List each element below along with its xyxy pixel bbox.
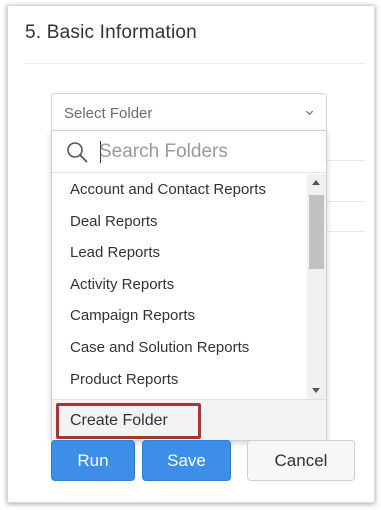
cancel-button[interactable]: Cancel [247, 440, 355, 481]
search-icon [67, 142, 88, 163]
folder-list-item[interactable]: Lead Reports [52, 237, 307, 269]
folder-select-value: Select Folder [64, 104, 153, 122]
background-divider [327, 231, 366, 232]
background-divider [327, 201, 366, 202]
section-heading: 5. Basic Information [25, 22, 197, 44]
scrollbar-thumb[interactable] [309, 195, 324, 269]
chevron-down-icon [305, 110, 314, 116]
section-divider [25, 63, 366, 64]
text-caret [100, 141, 101, 163]
folder-list-item[interactable]: Deal Reports [52, 206, 307, 238]
folder-search-input[interactable] [99, 137, 314, 167]
folder-list-item[interactable]: Product Reports [52, 364, 307, 396]
folder-list-item[interactable]: Case and Solution Reports [52, 332, 307, 364]
folder-list: Account and Contact Reports Deal Reports… [52, 174, 307, 399]
folder-list-scrollbar[interactable] [307, 174, 326, 399]
folder-list-item[interactable]: Activity Reports [52, 269, 307, 301]
section-number: 5. [25, 22, 42, 43]
report-settings-panel: 5. Basic Information Select Folder Accou… [7, 5, 375, 503]
dropdown-footer: Create Folder [52, 399, 326, 440]
folder-list-item[interactable]: Account and Contact Reports [52, 174, 307, 206]
create-folder-label: Create Folder [70, 412, 168, 429]
folder-select[interactable]: Select Folder [51, 93, 327, 133]
scroll-up-arrow-icon[interactable] [312, 180, 320, 185]
create-folder-button[interactable]: Create Folder [56, 403, 201, 439]
background-divider [327, 160, 366, 161]
save-button[interactable]: Save [142, 440, 231, 481]
folder-search-row [52, 131, 326, 173]
run-button[interactable]: Run [51, 440, 135, 481]
folder-dropdown: Account and Contact Reports Deal Reports… [51, 130, 327, 441]
scroll-down-arrow-icon[interactable] [312, 388, 320, 393]
section-title: Basic Information [46, 22, 197, 43]
folder-list-item[interactable]: Campaign Reports [52, 300, 307, 332]
